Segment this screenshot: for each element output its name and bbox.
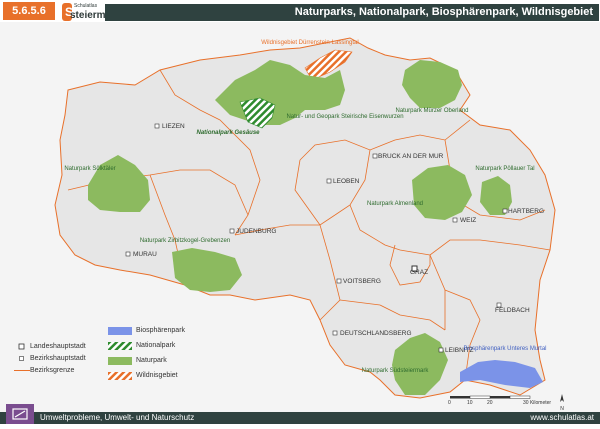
label-poellauer: Naturpark Pöllauer Tal (475, 166, 534, 172)
district-weiz: WEIZ (460, 217, 476, 224)
legend-naturpark-label: Naturpark (136, 357, 167, 364)
district-feldbach: FELDBACH (495, 307, 530, 314)
section-number: 5.6.5.6 (3, 2, 55, 20)
footer-url[interactable]: www.schulatlas.at (530, 412, 594, 424)
legend-wildnis-label: Wildnisgebiet (136, 372, 178, 379)
legend-landeshauptstadt-icon (18, 343, 25, 352)
label-muerzer: Naturpark Mürzer Oberland (395, 108, 468, 114)
footer: Umweltprobleme, Umwelt- und Naturschutz … (0, 412, 600, 424)
header: 5.6.5.6 S Schulatlas steiermark Naturpar… (0, 0, 600, 24)
label-almenland: Naturpark Almenland (367, 201, 423, 207)
legend-wildnis-icon (108, 372, 132, 382)
legend-bezirksgrenze-icon (14, 367, 30, 376)
page-title: Naturparks, Nationalpark, Biosphärenpark… (294, 6, 593, 18)
district-deutschlandsberg: DEUTSCHLANDSBERG (340, 330, 412, 337)
district-bruck: BRUCK AN DER MUR (378, 153, 444, 160)
topic-icon (6, 404, 34, 424)
district-leoben: LEOBEN (333, 178, 360, 185)
label-soelktaeler: Naturpark Sölktäler (64, 166, 115, 172)
district-liezen: LIEZEN (162, 123, 185, 130)
legend-naturpark-icon (108, 357, 132, 367)
footer-title: Umweltprobleme, Umwelt- und Naturschutz (40, 413, 195, 422)
legend-nationalpark-icon (108, 342, 132, 352)
legend-biosphaere-icon (108, 327, 132, 337)
label-wildnis: Wildnisgebiet Dürrenstein-Lassingtal (261, 40, 358, 46)
scale-0: 0 (448, 400, 451, 406)
scale-30: 30 Kilometer (523, 400, 551, 406)
legend-bezirkshauptstadt-label: Bezirkshauptstadt (30, 355, 86, 362)
label-nationalpark: Nationalpark Gesäuse (196, 130, 260, 136)
district-murau: MURAU (133, 251, 157, 258)
district-judenburg: JUDENBURG (236, 228, 276, 235)
scale-10: 10 (467, 400, 473, 406)
scale-20: 20 (487, 400, 493, 406)
label-biosphaere: Biosphärenpark Unteres Murtal (463, 346, 546, 352)
legend-landeshauptstadt-label: Landeshauptstadt (30, 343, 86, 350)
legend-bezirkshauptstadt-icon (18, 355, 25, 364)
legend-nationalpark-label: Nationalpark (136, 342, 176, 349)
title-bar: Naturparks, Nationalpark, Biosphärenpark… (105, 4, 599, 21)
label-suedsteiermark: Naturpark Südsteiermark (362, 368, 430, 374)
legend-bezirksgrenze-label: Bezirksgrenze (30, 367, 75, 374)
district-hartberg: HARTBERG (508, 208, 544, 215)
legend-biosphaere-label: Biosphärenpark (136, 327, 186, 334)
district-voitsberg: VOITSBERG (343, 278, 381, 285)
label-zirbitz: Naturpark Zirbitzkogel-Grebenzen (140, 238, 230, 244)
map: LIEZEN MURAU JUDENBURG LEOBEN BRUCK AN D… (0, 22, 600, 412)
logo-subtext: Schulatlas (74, 3, 98, 9)
label-eisenwurzen: Natur- und Geopark Steirische Eisenwurze… (286, 114, 403, 120)
